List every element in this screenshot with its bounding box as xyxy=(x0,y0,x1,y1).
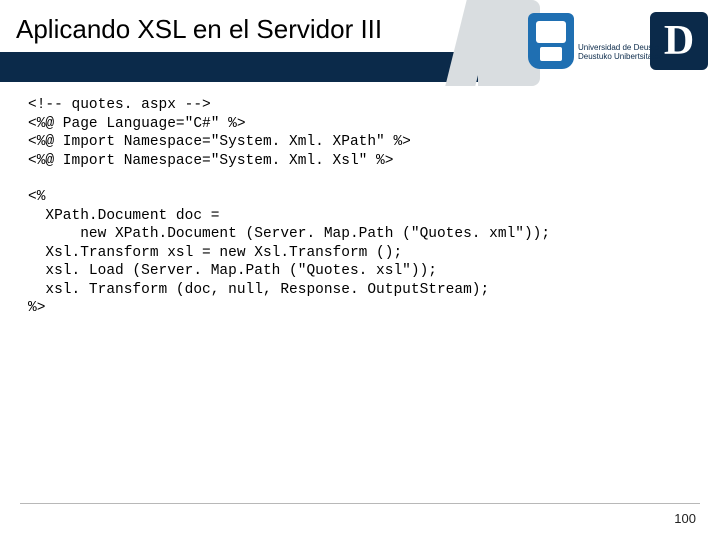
code-block-1: <!-- quotes. aspx --> <%@ Page Language=… xyxy=(0,78,720,170)
header: Aplicando XSL en el Servidor III Univers… xyxy=(0,0,720,78)
university-name: Universidad de Deusto Deustuko Unibertsi… xyxy=(578,44,663,62)
crest-icon xyxy=(528,13,574,69)
slide-title: Aplicando XSL en el Servidor III xyxy=(0,0,480,45)
code-block-2: <% XPath.Document doc = new XPath.Docume… xyxy=(0,170,720,318)
university-logo: Universidad de Deusto Deustuko Unibertsi… xyxy=(528,6,708,76)
title-underline xyxy=(0,52,502,82)
uni-line2: Deustuko Unibertsitatea xyxy=(578,53,663,62)
footer-line xyxy=(20,503,700,504)
page-number: 100 xyxy=(674,511,696,526)
